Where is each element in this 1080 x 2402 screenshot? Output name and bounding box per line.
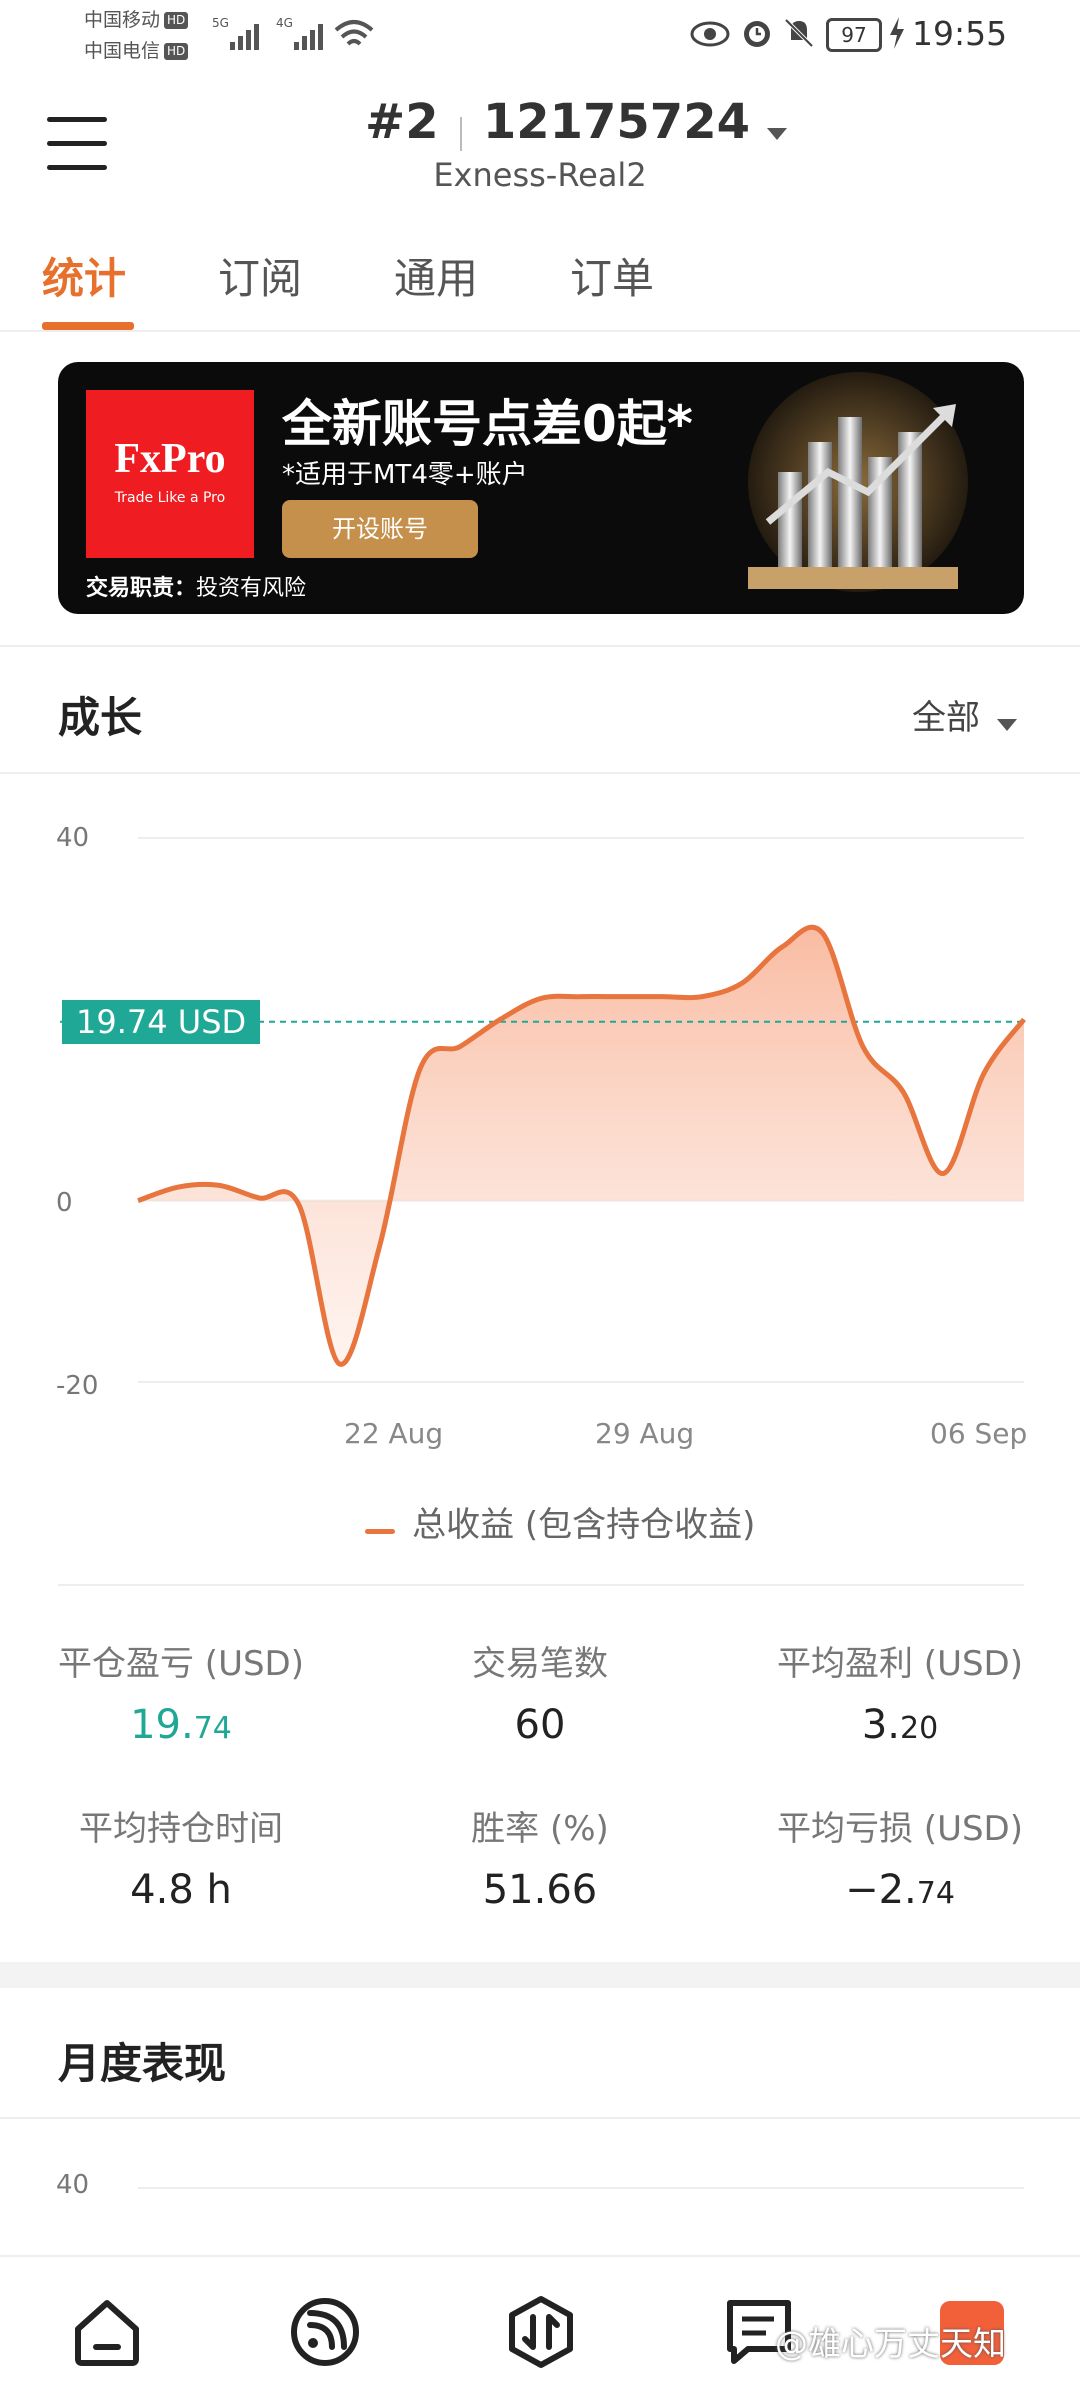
trade-icon xyxy=(509,2296,573,2368)
tab-general[interactable]: 通用 xyxy=(394,245,478,306)
account-prefix: #2 xyxy=(365,94,439,150)
battery-indicator: 97 xyxy=(826,18,882,52)
carrier-1: 中国移动 HD xyxy=(84,6,189,34)
banner-subtitle: *适用于MT4零+账户 xyxy=(282,460,528,490)
account-number: 12175724 xyxy=(482,94,750,150)
separator xyxy=(459,116,462,151)
home-icon xyxy=(75,2300,139,2366)
chart-legend: 总收益 (包含持仓收益) xyxy=(365,1497,755,1546)
legend-label: 总收益 (包含持仓收益) xyxy=(412,1505,756,1545)
range-filter[interactable]: 全部 xyxy=(912,690,1019,739)
stat-closed-pnl-value: 19.74 xyxy=(130,1702,232,1748)
watermark: @雄心万丈天知 xyxy=(775,2324,1006,2363)
menu-icon xyxy=(47,117,107,122)
x-tick-label: 06 Sep xyxy=(930,1417,1028,1450)
section-separator xyxy=(0,1962,1080,1988)
caret-down-icon xyxy=(997,718,1018,731)
eye-icon xyxy=(690,20,730,52)
stat-avg-loss-label: 平均亏损 (USD) xyxy=(777,1809,1023,1849)
active-tab-indicator xyxy=(42,322,134,330)
legend-divider xyxy=(58,1584,1024,1586)
nav-home[interactable] xyxy=(70,2295,144,2373)
tab-orders[interactable]: 订单 xyxy=(570,245,654,306)
monthly-title: 月度表现 xyxy=(58,2039,227,2088)
nav-trade[interactable] xyxy=(504,2295,578,2373)
bottom-nav: @雄心万丈天知 xyxy=(0,2255,1080,2402)
legend-swatch xyxy=(365,1529,395,1534)
series-area xyxy=(138,927,1024,1365)
stat-avg-hold-value: 4.8 h xyxy=(130,1867,232,1913)
status-bar: 中国移动 HD 中国电信 HD 5G 4G 97 19:55 xyxy=(0,0,1080,70)
bar-chart-graphic xyxy=(708,372,1008,608)
ad-banner[interactable]: FxPro Trade Like a Pro 全新账号点差0起* *适用于MT4… xyxy=(58,362,1024,614)
open-account-button[interactable]: 开设账号 xyxy=(282,500,478,558)
range-filter-label: 全部 xyxy=(912,698,980,738)
stat-avg-loss-value: −2.74 xyxy=(845,1867,955,1913)
fxpro-logo: FxPro Trade Like a Pro xyxy=(86,390,254,558)
clock: 19:55 xyxy=(912,14,1008,53)
charging-icon xyxy=(888,16,906,54)
risk-warning: 交易职责：投资有风险 xyxy=(86,576,307,601)
x-tick-label: 29 Aug xyxy=(595,1417,695,1450)
tabs-divider xyxy=(0,330,1080,332)
stat-avg-profit-label: 平均盈利 (USD) xyxy=(777,1644,1023,1684)
caret-down-icon xyxy=(767,127,788,140)
stat-win-rate-value: 51.66 xyxy=(482,1867,598,1913)
current-value-label: 19.74 USD xyxy=(62,999,261,1044)
stat-avg-hold-label: 平均持仓时间 xyxy=(79,1809,283,1849)
account-selector[interactable]: #2 12175724 xyxy=(365,94,789,154)
growth-chart xyxy=(60,837,1027,1383)
wifi-icon xyxy=(334,18,374,56)
stat-trades-label: 交易笔数 xyxy=(472,1644,608,1684)
growth-title: 成长 xyxy=(58,693,143,742)
server-name: Exness-Real2 xyxy=(433,156,647,194)
alarm-icon xyxy=(740,16,774,54)
nav-signals[interactable] xyxy=(288,2295,362,2373)
stat-closed-pnl-label: 平仓盈亏 (USD) xyxy=(58,1644,304,1684)
signal-icon xyxy=(291,2298,359,2366)
banner-title: 全新账号点差0起* xyxy=(282,395,693,453)
banner-divider xyxy=(0,645,1080,647)
stat-win-rate-label: 胜率 (%) xyxy=(471,1809,609,1849)
stat-trades-value: 60 xyxy=(514,1702,566,1748)
tab-subscribe[interactable]: 订阅 xyxy=(218,245,302,306)
x-tick-label: 22 Aug xyxy=(344,1417,444,1450)
mute-bell-icon xyxy=(783,16,815,54)
grid-line xyxy=(138,2187,1024,2189)
carrier-2: 中国电信 HD xyxy=(84,37,189,65)
growth-divider xyxy=(0,772,1080,774)
y-tick-label: 40 xyxy=(56,2170,90,2200)
monthly-divider xyxy=(0,2117,1080,2119)
tab-stats[interactable]: 统计 xyxy=(42,245,126,306)
stat-avg-profit-value: 3.20 xyxy=(861,1702,939,1748)
